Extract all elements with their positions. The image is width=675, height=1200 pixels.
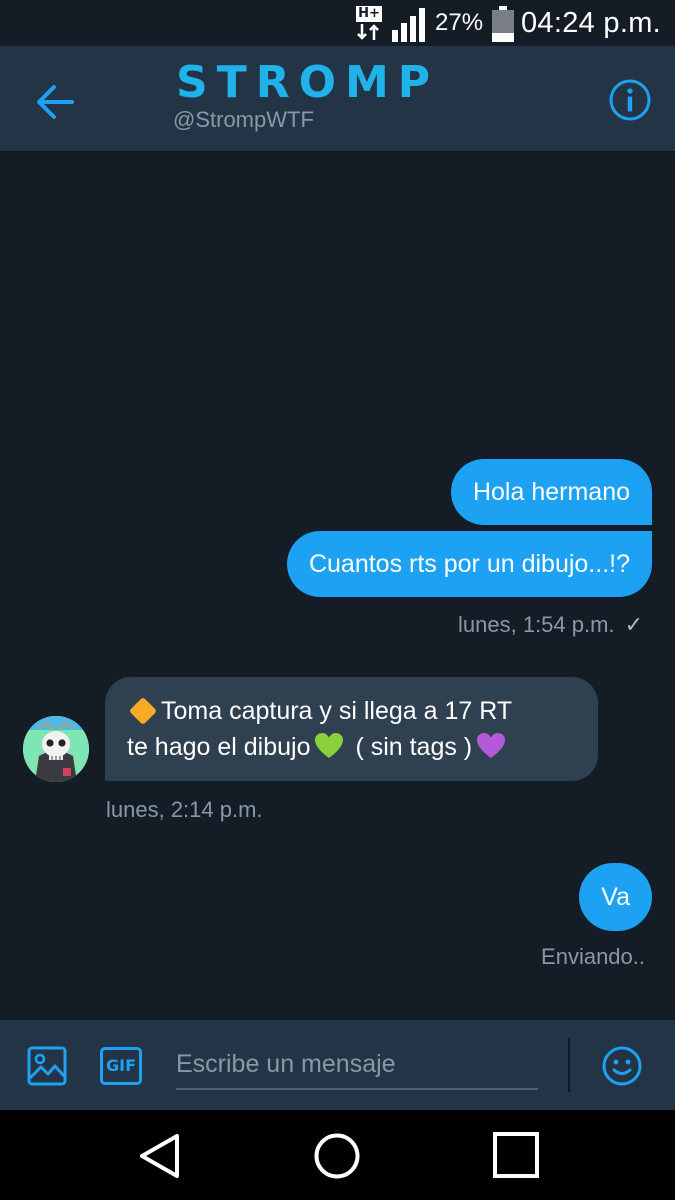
message-input[interactable] bbox=[176, 1040, 538, 1090]
received-text-line2b: ( sin tags ) bbox=[355, 733, 473, 761]
received-message-line: te hago el dibujo ( sin tags ) bbox=[127, 729, 576, 765]
status-bar: H+ 27% 04:24 p.m. bbox=[0, 0, 675, 46]
square-recents-icon bbox=[493, 1132, 539, 1178]
network-indicator: H+ bbox=[356, 6, 384, 42]
avatar[interactable] bbox=[23, 716, 89, 782]
arrow-left-icon bbox=[37, 85, 74, 119]
received-text-line1: Toma captura y si llega a 17 RT bbox=[161, 697, 513, 725]
received-text-line2a: te hago el dibujo bbox=[127, 733, 311, 761]
smiley-icon bbox=[602, 1046, 642, 1086]
purple-heart-emoji bbox=[477, 733, 506, 759]
composer-divider bbox=[568, 1038, 570, 1092]
status-clock: 04:24 p.m. bbox=[521, 7, 662, 39]
network-type-label: H+ bbox=[356, 6, 382, 22]
nav-recents-button[interactable] bbox=[493, 1132, 539, 1183]
received-message-bubble[interactable]: Toma captura y si llega a 17 RT te hago … bbox=[105, 677, 598, 781]
message-composer: GIF bbox=[0, 1019, 675, 1110]
green-heart-emoji bbox=[315, 733, 344, 759]
image-icon bbox=[27, 1046, 67, 1086]
sent-message-bubble[interactable]: Hola hermano bbox=[450, 459, 652, 525]
gif-button[interactable]: GIF bbox=[100, 1047, 142, 1085]
system-nav-bar bbox=[0, 1110, 675, 1200]
nav-home-button[interactable] bbox=[313, 1132, 361, 1185]
skull-avatar-image bbox=[23, 716, 89, 782]
triangle-back-icon bbox=[140, 1134, 179, 1178]
battery-icon bbox=[492, 6, 514, 42]
sent-message-bubble[interactable]: Va bbox=[579, 863, 652, 931]
add-photo-button[interactable] bbox=[27, 1046, 67, 1086]
conversation-header: STROMP @StrompWTF bbox=[0, 46, 675, 152]
message-timestamp: lunes, 1:54 p.m. ✓ bbox=[458, 611, 643, 639]
sending-status: Enviando.. bbox=[541, 944, 645, 969]
emoji-button[interactable] bbox=[601, 1045, 643, 1087]
nav-back-button[interactable] bbox=[137, 1132, 183, 1185]
sent-check-icon: ✓ bbox=[624, 612, 643, 637]
circle-home-icon bbox=[314, 1133, 360, 1179]
signal-strength-icon bbox=[392, 8, 425, 42]
timestamp-text: lunes, 1:54 p.m. bbox=[458, 612, 615, 637]
data-arrows-icon bbox=[357, 24, 379, 40]
back-button[interactable] bbox=[32, 80, 80, 124]
received-timestamp: lunes, 2:14 p.m. bbox=[106, 797, 263, 822]
sent-message-bubble[interactable]: Cuantos rts por un dibujo...!? bbox=[286, 531, 652, 597]
info-icon bbox=[609, 79, 651, 121]
info-button[interactable] bbox=[608, 78, 652, 122]
conversation-title: STROMP bbox=[176, 57, 440, 108]
conversation-handle: @StrompWTF bbox=[173, 107, 314, 132]
orange-diamond-emoji bbox=[128, 697, 158, 726]
battery-percent: 27% bbox=[435, 9, 484, 36]
received-message-line: Toma captura y si llega a 17 RT bbox=[127, 693, 576, 729]
